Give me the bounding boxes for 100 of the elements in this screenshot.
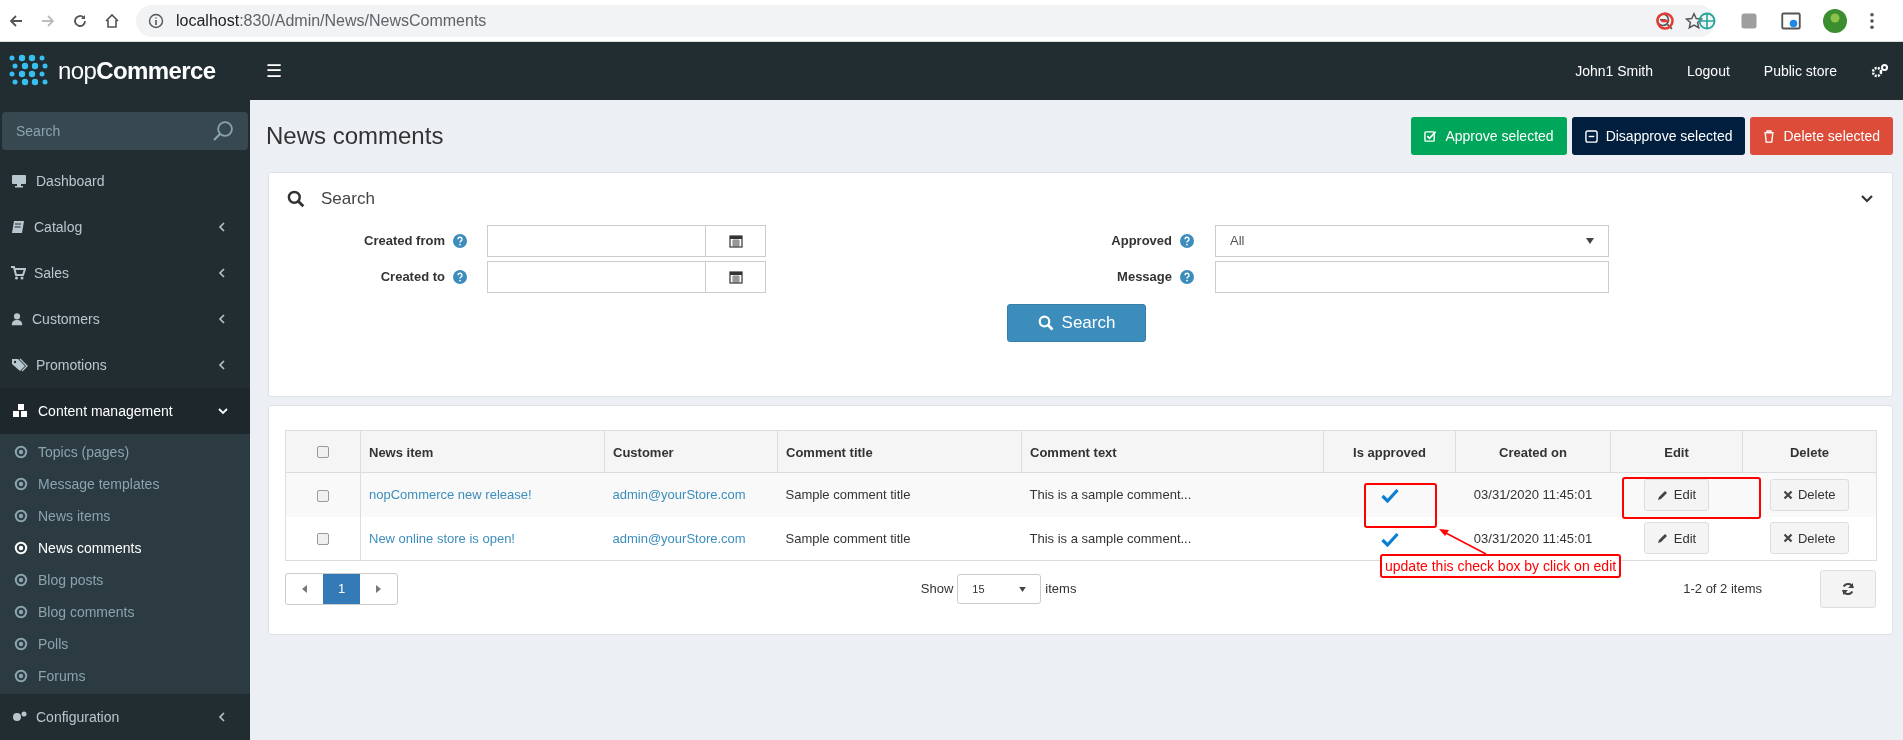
user-name[interactable]: John1 Smith [1575, 60, 1653, 82]
avatar-icon[interactable] [1823, 9, 1847, 33]
help-icon [1180, 270, 1194, 284]
column-header: Is approved [1353, 444, 1426, 460]
circle-icon [14, 669, 28, 683]
back-icon[interactable] [8, 12, 24, 29]
message-field[interactable] [1215, 261, 1609, 293]
url-text: localhost:830/Admin/News/NewsComments [176, 10, 487, 31]
pager-summary: 1-2 of 2 items [1683, 580, 1762, 599]
sidebar-item[interactable]: Dashboard [0, 158, 250, 204]
info-icon [148, 12, 164, 29]
submenu-item[interactable]: Topics (pages) [0, 436, 250, 468]
row-checkbox[interactable] [317, 489, 329, 502]
field-label: Created to [380, 268, 445, 287]
approved-dropdown[interactable]: All [1215, 225, 1609, 257]
more-icon[interactable] [1869, 12, 1875, 30]
search-button[interactable]: Search [1007, 304, 1146, 342]
field-label: Approved [1111, 232, 1172, 251]
calendar-icon [728, 234, 743, 248]
show-label: Show [920, 580, 954, 599]
field-label: Message [1117, 268, 1172, 287]
tags-icon [10, 357, 28, 373]
page-button[interactable]: 1 [323, 574, 360, 604]
extension-icon[interactable] [1697, 11, 1717, 31]
star-icon[interactable] [1685, 11, 1703, 30]
annotation-note: update this check box by click on edit [1380, 554, 1622, 578]
logo-text: nopCommerce [58, 56, 216, 86]
cubes-icon [10, 403, 30, 419]
delete-selected-button[interactable]: Delete selected [1750, 117, 1893, 155]
calendar-icon [728, 270, 743, 284]
caret-left-icon [302, 585, 307, 593]
sidebar-item[interactable]: Sales [0, 250, 250, 296]
reload-icon[interactable] [72, 12, 88, 29]
page-size-dropdown[interactable]: 15 [957, 574, 1042, 604]
sidebar-search-field[interactable]: Search [2, 112, 248, 150]
table-cell: 03/31/2020 11:45:01 [1473, 487, 1593, 502]
help-icon [1180, 234, 1194, 248]
news-item-link[interactable]: New online store is open! [369, 530, 515, 546]
circle-icon [14, 573, 28, 587]
search-icon [212, 120, 234, 142]
circle-icon [14, 605, 28, 619]
extension-icon[interactable] [1781, 11, 1801, 31]
delete-button[interactable]: Delete [1769, 478, 1849, 511]
customer-link[interactable]: admin@yourStore.com [612, 487, 746, 502]
submenu-item[interactable]: Forums [0, 660, 250, 692]
submenu-item[interactable]: News comments [0, 532, 250, 564]
table-cell: 03/31/2020 11:45:01 [1473, 530, 1593, 546]
monitor-icon [10, 173, 28, 189]
sidebar-item[interactable]: Catalog [0, 204, 250, 250]
menu-toggle[interactable]: ☰ [266, 57, 282, 85]
close-icon [1782, 533, 1793, 544]
submenu-item[interactable]: Blog comments [0, 596, 250, 628]
submenu-item[interactable]: News items [0, 500, 250, 532]
circle-icon [14, 541, 28, 555]
search-placeholder: Search [16, 121, 61, 141]
search-icon [287, 190, 305, 208]
submenu-item[interactable]: Message templates [0, 468, 250, 500]
cart-icon [10, 265, 26, 281]
panel-title: Search [321, 188, 375, 211]
table-cell: Sample comment title [785, 487, 911, 502]
delete-button[interactable]: Delete [1769, 522, 1849, 555]
chevron-down-icon[interactable] [1860, 194, 1874, 204]
column-header: Comment title [786, 444, 873, 460]
column-header: Delete [1790, 444, 1829, 460]
checkbox-icon [1424, 129, 1438, 143]
header-link[interactable]: Logout [1687, 60, 1730, 82]
sidebar-item[interactable]: Customers [0, 296, 250, 342]
header-link[interactable]: Public store [1763, 60, 1837, 82]
help-icon [453, 270, 467, 284]
news-item-link[interactable]: nopCommerce new release! [369, 487, 532, 502]
row-checkbox[interactable] [317, 533, 329, 546]
table-cell: This is a sample comment... [1029, 487, 1192, 502]
submenu-item[interactable]: Blog posts [0, 564, 250, 596]
select-all-checkbox[interactable] [317, 446, 329, 459]
submenu-item[interactable]: Polls [0, 628, 250, 660]
column-header: Customer [613, 444, 674, 460]
circle-icon [14, 509, 28, 523]
disapprove-selected-button[interactable]: Disapprove selected [1571, 117, 1746, 155]
edit-button[interactable]: Edit [1643, 478, 1710, 511]
trash-icon [1763, 129, 1776, 143]
caret-icon [1019, 586, 1027, 592]
column-header: News item [369, 444, 434, 460]
sidebar-item[interactable]: Configuration [0, 694, 250, 740]
circle-icon [14, 445, 28, 459]
pencil-icon [1656, 532, 1669, 545]
sidebar-item[interactable]: Promotions [0, 342, 250, 388]
address-bar[interactable]: localhost:830/Admin/News/NewsComments [136, 4, 1715, 37]
refresh-button[interactable] [1820, 570, 1876, 608]
caret-right-icon [376, 585, 381, 593]
minus-square-icon [1584, 129, 1598, 143]
home-icon[interactable] [104, 12, 120, 29]
circle-icon [14, 637, 28, 651]
customer-link[interactable]: admin@yourStore.com [612, 530, 746, 546]
close-icon [1782, 489, 1793, 500]
sidebar-item[interactable]: Content management [0, 388, 250, 434]
refresh-icon [1841, 582, 1855, 596]
search-icon [1037, 315, 1054, 331]
edit-button[interactable]: Edit [1643, 522, 1710, 555]
items-label: items [1045, 580, 1077, 599]
caret-icon [1586, 238, 1594, 244]
